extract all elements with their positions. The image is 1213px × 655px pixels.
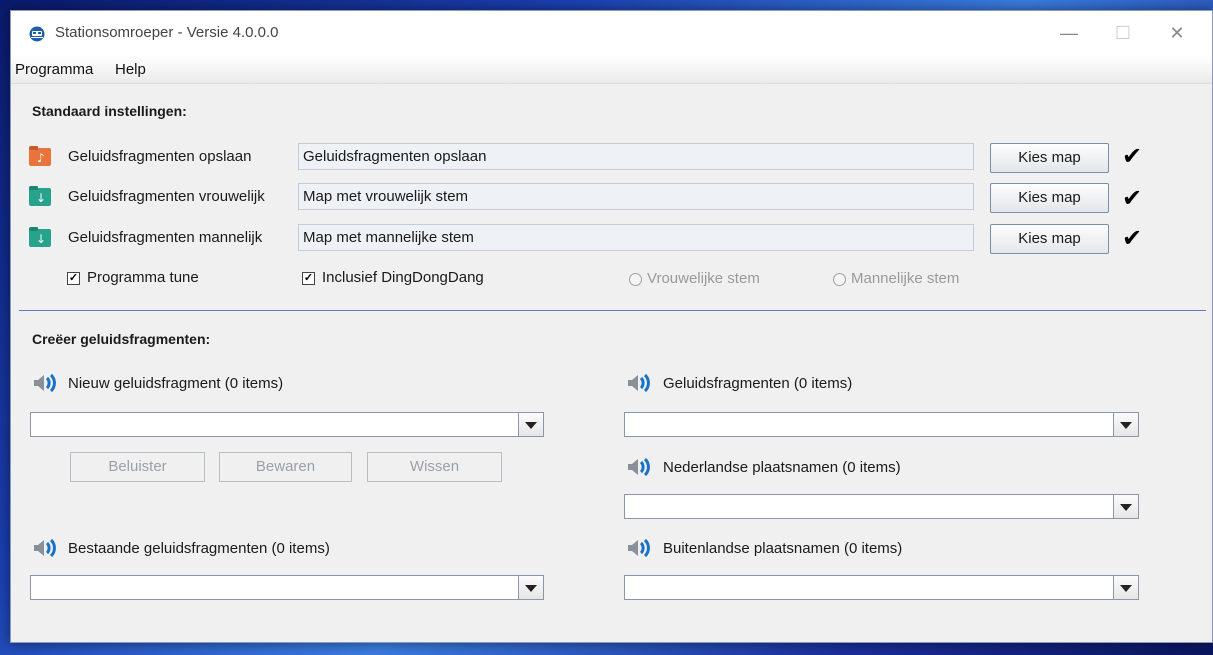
existing-fragments-label: Bestaande geluidsfragmenten (0 items) <box>68 540 330 557</box>
new-fragment-combo[interactable] <box>30 412 544 437</box>
close-icon: ✕ <box>1169 22 1185 43</box>
speaker-icon <box>628 457 650 477</box>
speaker-icon <box>34 373 56 393</box>
speaker-icon <box>34 538 56 558</box>
fragments-combo[interactable] <box>624 412 1139 437</box>
female-voice-radio[interactable] <box>629 273 642 286</box>
choose-save-folder-button[interactable]: Kies map <box>990 143 1109 173</box>
checkmark-icon: ✔ <box>1122 143 1143 170</box>
female-voice-label: Vrouwelijke stem <box>647 270 760 287</box>
male-fragments-field[interactable]: Map met mannelijke stem <box>298 224 974 251</box>
maximize-icon: ☐ <box>1114 22 1132 43</box>
minimize-button[interactable]: — <box>1042 11 1096 55</box>
dutch-places-combo[interactable] <box>624 494 1139 519</box>
speaker-icon <box>628 373 650 393</box>
close-button[interactable]: ✕ <box>1150 11 1204 55</box>
female-fragments-field[interactable]: Map met vrouwelijk stem <box>298 183 974 210</box>
checkmark-icon: ✔ <box>1122 225 1143 252</box>
maximize-button[interactable]: ☐ <box>1096 11 1150 55</box>
svg-text:↓: ↓ <box>36 191 46 205</box>
menu-bar: Programma Help <box>11 55 1212 84</box>
fragments-label: Geluidsfragmenten (0 items) <box>663 375 853 392</box>
checkmark-icon: ✔ <box>1122 185 1143 212</box>
foreign-places-combo[interactable] <box>624 575 1139 600</box>
existing-fragments-combo[interactable] <box>30 575 544 600</box>
bewaren-button[interactable]: Bewaren <box>219 452 352 482</box>
train-app-icon <box>29 26 45 42</box>
svg-text:↓: ↓ <box>36 232 46 246</box>
chevron-down-icon[interactable] <box>1113 413 1138 436</box>
chevron-down-icon[interactable] <box>1113 576 1138 599</box>
music-folder-icon: ♪ <box>29 146 51 166</box>
minimize-icon: — <box>1060 22 1078 43</box>
foreign-places-label: Buitenlandse plaatsnamen (0 items) <box>663 540 903 557</box>
inclusief-label: Inclusief DingDongDang <box>322 269 484 286</box>
dutch-places-label: Nederlandse plaatsnamen (0 items) <box>663 459 901 476</box>
chevron-down-icon[interactable] <box>518 576 543 599</box>
male-voice-radio[interactable] <box>833 273 846 286</box>
chevron-down-icon[interactable] <box>1113 495 1138 518</box>
male-fragments-label: Geluidsfragmenten mannelijk <box>68 229 263 246</box>
window-title: Stationsomroeper - Versie 4.0.0.0 <box>55 24 279 41</box>
save-fragments-field[interactable]: Geluidsfragmenten opslaan <box>298 143 974 170</box>
beluister-button[interactable]: Beluister <box>70 452 205 482</box>
download-folder-icon: ↓ <box>29 186 51 206</box>
wissen-button[interactable]: Wissen <box>367 452 502 482</box>
main-window: Stationsomroeper - Versie 4.0.0.0 — ☐ ✕ … <box>10 10 1213 643</box>
choose-male-folder-button[interactable]: Kies map <box>990 224 1109 254</box>
choose-female-folder-button[interactable]: Kies map <box>990 183 1109 213</box>
programma-tune-checkbox[interactable]: ✓ <box>67 272 80 285</box>
menu-help[interactable]: Help <box>115 61 146 78</box>
male-voice-label: Mannelijke stem <box>851 270 960 287</box>
create-heading: Creëer geluidsfragmenten: <box>32 331 211 347</box>
settings-heading: Standaard instellingen: <box>32 103 187 119</box>
new-fragment-label: Nieuw geluidsfragment (0 items) <box>68 375 284 392</box>
svg-text:♪: ♪ <box>37 151 45 165</box>
section-separator <box>19 310 1206 311</box>
save-fragments-label: Geluidsfragmenten opslaan <box>68 148 252 165</box>
female-fragments-label: Geluidsfragmenten vrouwelijk <box>68 188 265 205</box>
menu-programma[interactable]: Programma <box>15 61 93 78</box>
inclusief-checkbox[interactable]: ✓ <box>302 272 315 285</box>
chevron-down-icon[interactable] <box>518 413 543 436</box>
title-bar: Stationsomroeper - Versie 4.0.0.0 — ☐ ✕ <box>11 11 1212 55</box>
programma-tune-label: Programma tune <box>87 269 199 286</box>
download-folder-icon: ↓ <box>29 227 51 247</box>
speaker-icon <box>628 538 650 558</box>
